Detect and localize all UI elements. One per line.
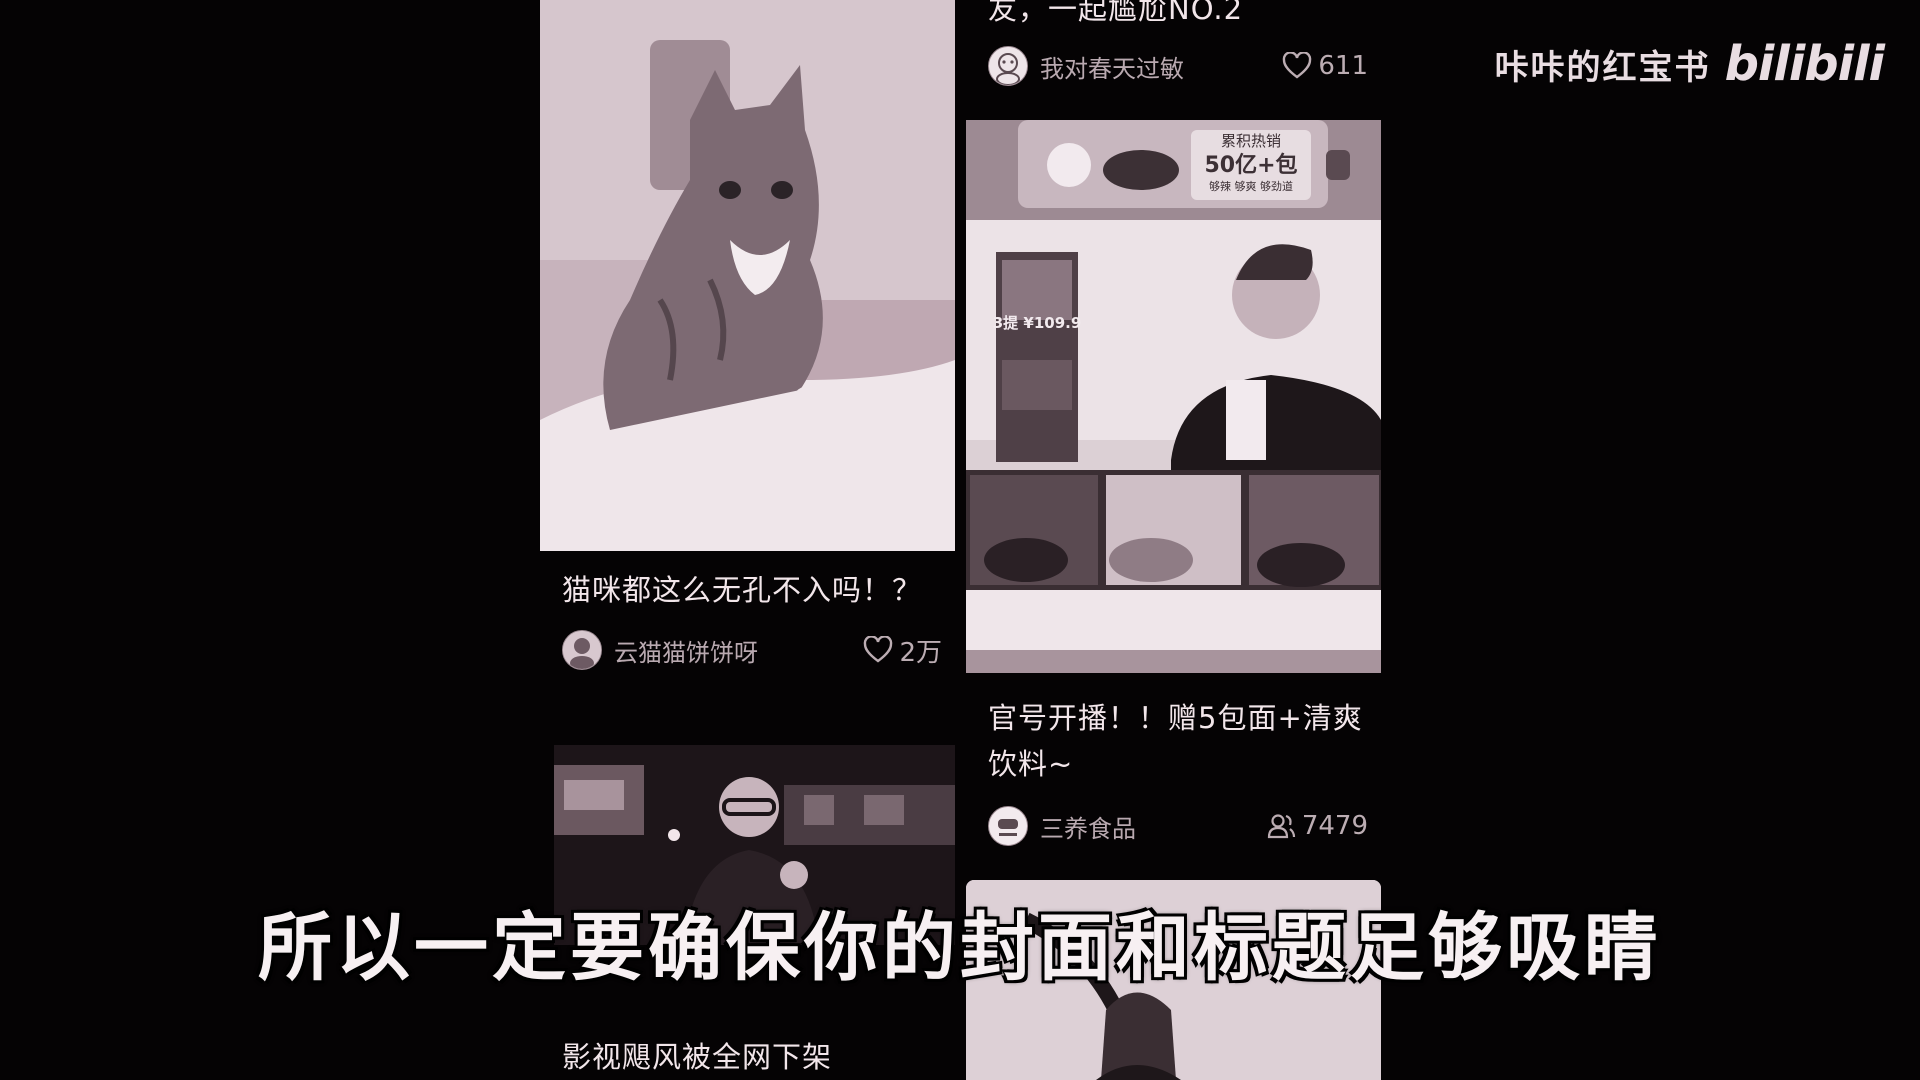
bilibili-logo: bilibili <box>1724 36 1885 92</box>
cat-note-cover[interactable] <box>540 0 955 551</box>
viewer-count: 7479 <box>1301 811 1368 841</box>
heart-icon <box>1283 52 1312 79</box>
cat-note-meta: 云猫猫饼饼呀 2万 <box>562 630 942 670</box>
like-count: 611 <box>1318 51 1368 81</box>
author-avatar[interactable] <box>562 630 602 670</box>
viewer-stat[interactable]: 7479 <box>1266 811 1368 841</box>
like-stat[interactable]: 611 <box>1282 51 1368 81</box>
like-stat[interactable]: 2万 <box>863 632 942 669</box>
sales-line-2: 50亿+包 <box>1204 152 1297 178</box>
people-icon <box>1267 814 1295 839</box>
channel-name: 咔咔的红宝书 <box>1494 47 1711 88</box>
video-subtitle: 所以一定要确保你的封面和标题足够吸睛 <box>258 905 1662 991</box>
heart-icon <box>864 636 893 663</box>
samyang-note-title[interactable]: 官号开播！！赠5包面+清爽饮料~ <box>988 695 1368 787</box>
screen: 猫咪都这么无孔不入吗！？ 云猫猫饼饼呀 2万 影视飓风被全网下架 友，一起尴尬N… <box>0 0 1920 1080</box>
price-tag: 3提 ¥109.9 <box>993 314 1082 332</box>
cat-note-title[interactable]: 猫咪都这么无孔不入吗！？ <box>562 567 942 613</box>
sales-line-3: 够辣 够爽 够劲道 <box>1209 179 1293 193</box>
prev-note-title-fragment[interactable]: 友，一起尴尬NO.2 <box>988 0 1368 32</box>
samyang-live-cover[interactable]: 累积热销 50亿+包 够辣 够爽 够劲道 3提 ¥109.9 <box>966 120 1381 673</box>
samyang-note-meta: 三养食品 7479 <box>988 806 1368 846</box>
author-name[interactable]: 我对春天过敏 <box>1040 49 1184 84</box>
author-name[interactable]: 云猫猫饼饼呀 <box>614 633 758 668</box>
channel-watermark: 咔咔的红宝书 bilibili <box>1494 36 1885 92</box>
prev-note-meta: 我对春天过敏 611 <box>988 46 1368 86</box>
author-avatar[interactable] <box>988 806 1028 846</box>
livestream-photo: 累积热销 50亿+包 够辣 够爽 够劲道 3提 ¥109.9 <box>966 120 1381 673</box>
sales-line-1: 累积热销 <box>1221 132 1281 150</box>
author-avatar[interactable] <box>988 46 1028 86</box>
cat-photo <box>540 0 955 551</box>
yingshi-note-title[interactable]: 影视飓风被全网下架 <box>562 1034 942 1080</box>
like-count: 2万 <box>899 637 942 668</box>
author-name[interactable]: 三养食品 <box>1040 809 1136 844</box>
